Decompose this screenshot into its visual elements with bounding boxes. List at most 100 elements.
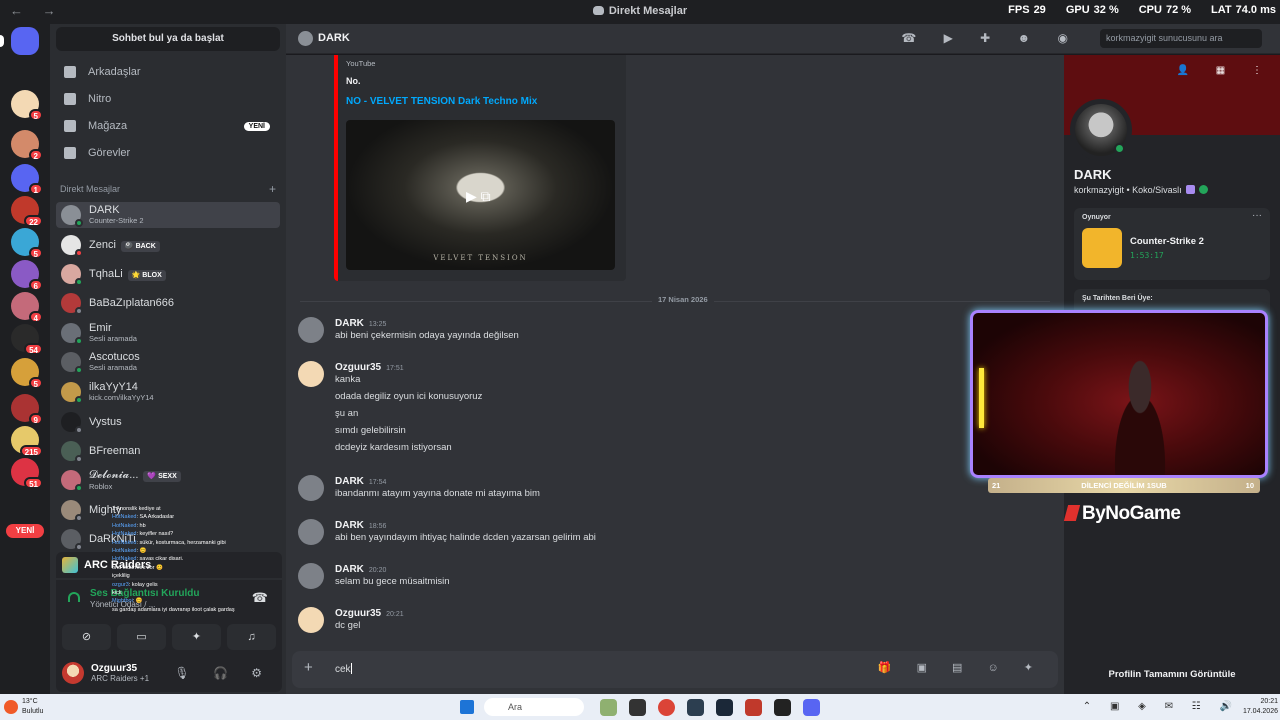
server-icon[interactable]: 9 — [11, 394, 43, 425]
message-text: ibandanmı atayım yayına donate mi atayım… — [335, 488, 540, 499]
dm-item[interactable]: 𝓓𝓮𝓵𝓸𝓷𝓲𝓪... 💜 SEXX Roblox — [56, 467, 280, 493]
play-icon[interactable]: ▶ ⧉ — [466, 188, 491, 205]
app-icon[interactable] — [600, 699, 617, 716]
dm-name-text: BaBaZıplatan666 — [89, 297, 175, 309]
server-icon[interactable]: 2 — [11, 130, 43, 161]
nav-item[interactable]: Mağaza YENİ — [56, 114, 280, 138]
message-author[interactable]: DARK — [335, 476, 364, 487]
message-avatar[interactable] — [298, 475, 324, 501]
header-actions[interactable]: ☎ ▶ ✚ ☻ ◉ — [901, 31, 1080, 45]
server-icon[interactable]: 51 — [11, 458, 43, 489]
embed-author[interactable]: No. — [346, 76, 361, 86]
nav-label: Mağaza — [88, 120, 128, 132]
app-icon[interactable] — [745, 699, 762, 716]
weather-icon[interactable] — [4, 700, 18, 714]
dm-item[interactable]: Zenci 🎱 BACK — [56, 232, 280, 258]
overlay-chat-line: ozgur3: kolay gelis — [112, 581, 158, 588]
app-icon[interactable] — [774, 699, 791, 716]
mention-badge: 5 — [28, 109, 43, 121]
dm-item[interactable]: DARK Counter-Strike 2 — [56, 202, 280, 228]
overlay-chat-text: 😊 — [139, 548, 147, 555]
dm-name[interactable]: DARK — [318, 32, 350, 44]
app-icon[interactable] — [687, 699, 704, 716]
mention-badge: 1 — [28, 183, 43, 195]
nav-label: Arkadaşlar — [88, 66, 141, 78]
server-icon[interactable]: 6 — [11, 260, 43, 291]
server-icon[interactable]: 215 — [11, 426, 43, 457]
discord-taskbar-icon[interactable] — [803, 699, 820, 716]
server-icon[interactable]: 4 — [11, 292, 43, 323]
server-icon[interactable]: 5 — [11, 358, 43, 389]
dm-item[interactable]: BFreeman — [56, 438, 280, 464]
message-avatar[interactable] — [298, 607, 324, 633]
profile-actions[interactable]: 👤 ▦ ⋮ — [1177, 65, 1274, 76]
dm-text: TqhaLi 🌟 BLOX — [89, 268, 166, 281]
home-button[interactable] — [0, 27, 39, 55]
dm-item[interactable]: Ascotucos Sesli aramada — [56, 349, 280, 375]
dm-item[interactable]: Emir Sesli aramada — [56, 320, 280, 346]
camera-off-icon[interactable]: ⊘ — [62, 624, 111, 650]
system-tray[interactable]: ⌃ ▣ ◈ ✉ ☷ 🔊 — [1083, 701, 1240, 712]
user-avatar[interactable] — [62, 662, 84, 684]
message-avatar[interactable] — [298, 361, 324, 387]
video-thumbnail[interactable]: ▶ ⧉ VELVET TENSION — [346, 120, 615, 270]
dm-item[interactable]: BaBaZıplatan666 — [56, 290, 280, 316]
steam-icon[interactable] — [716, 699, 733, 716]
message-avatar[interactable] — [298, 519, 324, 545]
message-input[interactable]: cek — [335, 663, 352, 675]
server-icon[interactable]: 5 — [11, 90, 43, 121]
message-author[interactable]: DARK — [335, 520, 364, 531]
message: Ozguur35 20:21 dc gel — [298, 605, 1038, 636]
perf-label: FPS — [1008, 4, 1030, 16]
message-composer[interactable]: + cek 🎁 ▣ ▤ ☺ ✦ — [292, 651, 1058, 688]
server-icon[interactable]: 22 — [11, 196, 43, 227]
create-dm-button[interactable]: + — [269, 182, 276, 196]
dm-item[interactable]: Vystus — [56, 409, 280, 435]
overlay-chat-line: içeklilig — [112, 572, 238, 580]
clock[interactable]: 20:21 17.04.2026 — [1243, 697, 1278, 717]
server-icon[interactable]: 1 — [11, 164, 43, 195]
nav-item[interactable]: Görevler — [56, 141, 280, 165]
view-full-profile-button[interactable]: Profilin Tamamını Görüntüle — [1064, 669, 1280, 680]
find-conversation-button[interactable]: Sohbet bul ya da başlat — [56, 27, 280, 51]
stream-chat-overlay: 1 Anonslik kediye at HotNaked: SA Arkadas… — [112, 505, 238, 655]
dm-name: TqhaLi 🌟 BLOX — [89, 268, 166, 281]
server-icon[interactable]: 5 — [11, 228, 43, 259]
status-dot — [75, 307, 83, 315]
user-name[interactable]: Ozguur35 — [91, 663, 149, 674]
message-avatar[interactable] — [298, 317, 324, 343]
dm-avatar — [61, 500, 83, 522]
new-badge[interactable]: YENİ — [6, 524, 44, 538]
chrome-icon[interactable] — [658, 699, 675, 716]
nav-label: Nitro — [88, 93, 112, 105]
taskbar-search[interactable]: Ara — [484, 698, 584, 716]
dm-item[interactable]: ilkaYyY14 kick.com/ilkaYyY14 — [56, 379, 280, 405]
server-icon[interactable]: 54 — [11, 324, 43, 355]
message-author[interactable]: Ozguur35 — [335, 362, 381, 373]
nav-item[interactable]: Arkadaşlar — [56, 60, 280, 84]
message-avatar[interactable] — [298, 563, 324, 589]
search-input[interactable]: korkmazyigit sunucusunu ara — [1100, 29, 1262, 48]
profile-avatar[interactable] — [1070, 99, 1132, 161]
streamer — [1101, 357, 1179, 475]
overlay-chat-line: HotNaked: 😊 — [112, 548, 147, 555]
embed-title[interactable]: NO - VELVET TENSION Dark Techno Mix — [346, 96, 537, 107]
attach-icon[interactable]: + — [304, 659, 313, 676]
dm-item[interactable]: TqhaLi 🌟 BLOX — [56, 261, 280, 287]
app-icon[interactable] — [629, 699, 646, 716]
start-button[interactable] — [460, 700, 474, 714]
message-author[interactable]: DARK — [335, 318, 364, 329]
profile-username: korkmazyigit • Koko/Sivaslı — [1074, 185, 1208, 195]
more-icon[interactable]: ··· — [1252, 210, 1262, 221]
message-author[interactable]: DARK — [335, 564, 364, 575]
message-text: dcdeyiz kardesım istiyorsan — [335, 442, 452, 453]
overlay-chat-user: HotNaked — [112, 556, 137, 563]
weather-widget[interactable]: 13°C Bulutlu — [22, 697, 43, 717]
nav-item[interactable]: Nitro — [56, 87, 280, 111]
embed-provider[interactable]: YouTube — [346, 59, 375, 68]
message-author[interactable]: Ozguur35 — [335, 608, 381, 619]
composer-tools[interactable]: 🎁 ▣ ▤ ☺ ✦ — [878, 661, 1044, 674]
dm-text: BaBaZıplatan666 — [89, 297, 174, 309]
disconnect-icon[interactable]: ☎ — [252, 590, 268, 606]
user-controls[interactable]: 🎙 🎧 ⚙ — [174, 666, 272, 680]
